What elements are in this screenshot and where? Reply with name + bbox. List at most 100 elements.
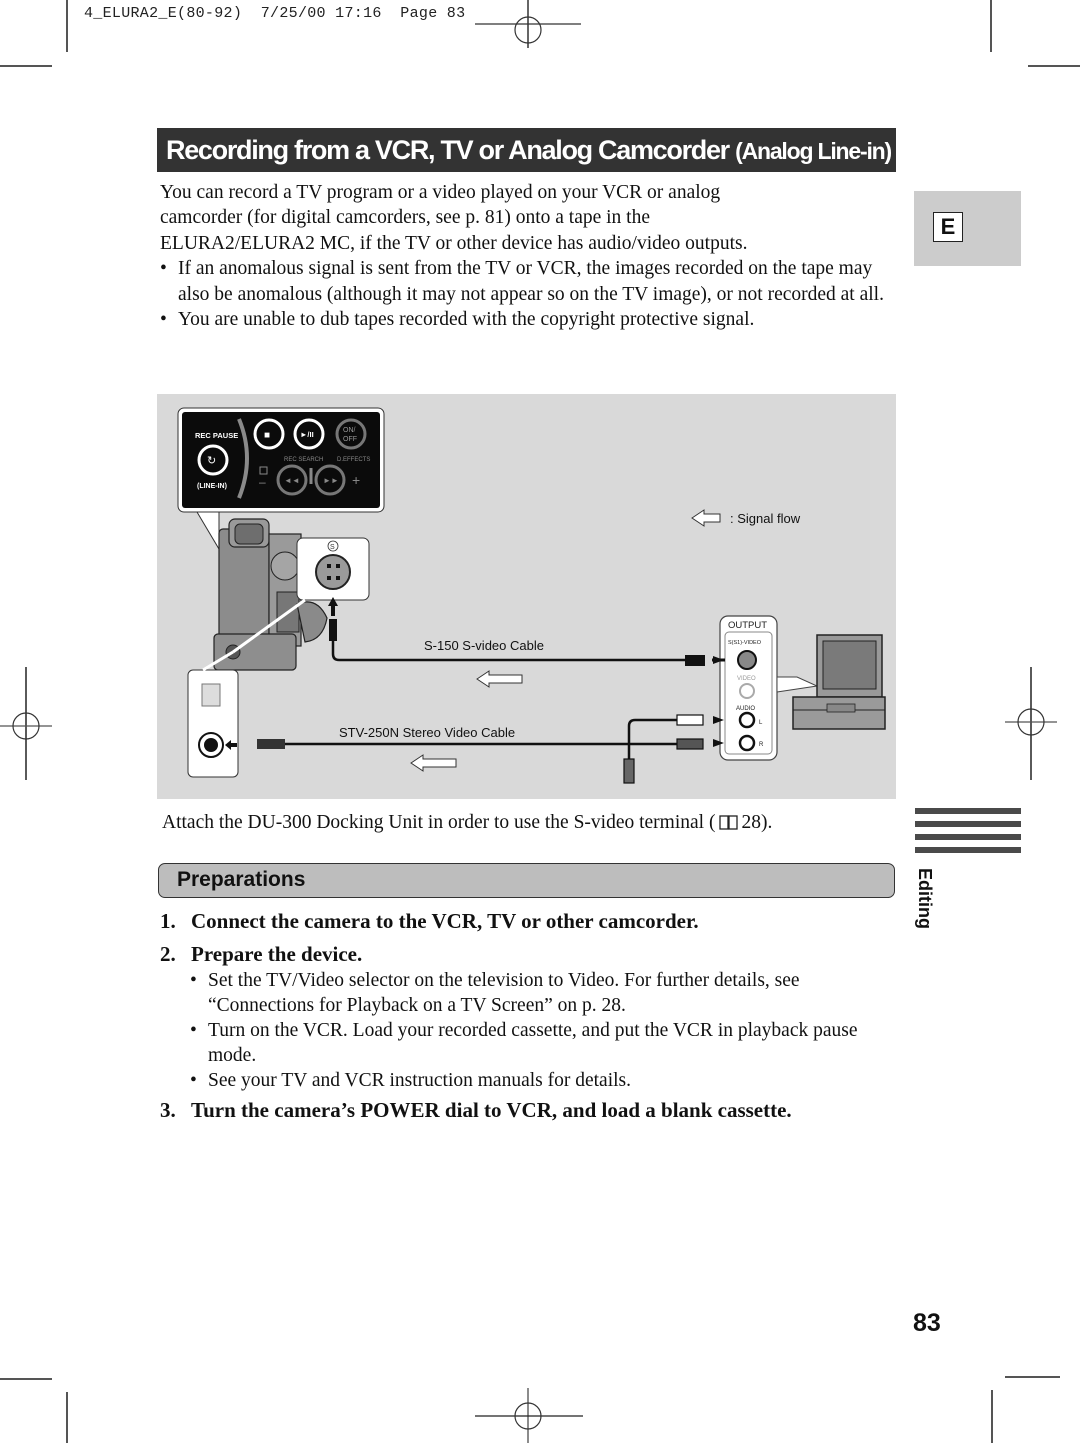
- step-number: 1.: [160, 909, 176, 933]
- audio-left-plug: [676, 714, 704, 726]
- intro-line: camcorder (for digital camcorders, see p…: [160, 207, 651, 229]
- step-bullet: • Set the TV/Video selector on the telev…: [190, 968, 900, 1018]
- bullet-mark: •: [190, 970, 197, 991]
- fast-forward-glyph: ►►: [323, 476, 339, 485]
- crop-mark: [990, 0, 992, 52]
- d-effects-label: D.EFFECTS: [337, 457, 370, 463]
- language-tab: [914, 191, 1021, 266]
- on-off-label: ON/: [343, 427, 356, 434]
- s-video-cable-label: S-150 S-video Cable: [424, 638, 544, 653]
- s-video-cable-plug: [685, 655, 705, 666]
- book-icon: [719, 815, 739, 830]
- crop-mark: [1005, 1376, 1060, 1378]
- section-heading-preparations: Preparations: [158, 863, 895, 898]
- page-title-main: Recording from a VCR, TV or Analog Camco…: [166, 135, 730, 165]
- audio-right-jack: [738, 734, 756, 752]
- audio-jack-label: AUDIO: [736, 706, 755, 712]
- crop-mark: [991, 1390, 993, 1443]
- step-text: Turn the camera’s POWER dial to VCR, and…: [191, 1098, 792, 1122]
- connection-diagram: REC PAUSE ↻ (LINE-IN) ■ ►/II ON/ OFF REC…: [157, 394, 896, 799]
- play-pause-glyph: ►/II: [300, 430, 314, 439]
- slug-time: 17:16: [335, 5, 382, 22]
- bullet-mark: •: [190, 1070, 197, 1091]
- step-1: 1. Connect the camera to the VCR, TV or o…: [160, 909, 699, 934]
- step-2: 2. Prepare the device.: [160, 942, 362, 967]
- step-number: 2.: [160, 942, 176, 966]
- minus-label: –: [259, 475, 266, 489]
- video-jack-label: VIDEO: [737, 676, 756, 682]
- output-label: OUTPUT: [728, 620, 767, 631]
- audio-right-label: R: [759, 742, 764, 748]
- rec-pause-glyph: ↻: [207, 455, 216, 467]
- step-3: 3. Turn the camera’s POWER dial to VCR, a…: [160, 1098, 792, 1123]
- connection-diagram-art: REC PAUSE ↻ (LINE-IN) ■ ►/II ON/ OFF REC…: [177, 407, 886, 784]
- language-tab-label: E: [933, 212, 963, 242]
- signal-flow-arrow: [476, 670, 523, 688]
- step-bullet-text: Turn on the VCR. Load your recorded cass…: [208, 1020, 858, 1066]
- step-2-bullets: • Set the TV/Video selector on the telev…: [190, 968, 900, 1093]
- registration-mark-left: [0, 667, 52, 780]
- registration-mark-top: [475, 0, 581, 48]
- stripe: [915, 808, 1021, 814]
- rec-search-label: REC SEARCH: [284, 457, 323, 463]
- audio-right-plug: [676, 738, 704, 750]
- step-bullet: • Turn on the VCR. Load your recorded ca…: [190, 1018, 900, 1068]
- intro-bullet-text: You are unable to dub tapes recorded wit…: [178, 309, 755, 331]
- video-plug: [623, 758, 635, 784]
- slug-file: 4_ELURA2_E(80-92): [84, 5, 243, 22]
- svideo-jack-label: S(S1)-VIDEO: [728, 640, 762, 646]
- step-text: Prepare the device.: [191, 942, 363, 966]
- diagram-caption: Attach the DU-300 Docking Unit in order …: [162, 812, 772, 834]
- side-section-label: Editing: [915, 868, 935, 929]
- stripe: [915, 834, 1021, 840]
- page-title-suffix: (Analog Line-in): [735, 138, 892, 164]
- intro-bullet-text: If an anomalous signal is sent from the …: [178, 258, 884, 305]
- signal-flow-arrow: [410, 754, 457, 772]
- crop-mark: [0, 1378, 52, 1380]
- line-in-label: (LINE-IN): [197, 483, 227, 490]
- caption-page-ref: 28).: [741, 812, 773, 833]
- svideo-jack: [737, 650, 757, 670]
- stereo-video-cable-label: STV-250N Stereo Video Cable: [339, 725, 515, 740]
- s-terminal-label: S: [330, 544, 335, 551]
- rec-pause-label: REC PAUSE: [195, 431, 238, 440]
- crop-mark: [1028, 65, 1080, 67]
- stripe: [915, 847, 1021, 853]
- step-bullet-text: Set the TV/Video selector on the televis…: [208, 970, 800, 1016]
- bullet-mark: •: [160, 258, 167, 280]
- step-number: 3.: [160, 1098, 176, 1122]
- registration-mark-bottom: [475, 1388, 583, 1443]
- crop-mark: [66, 0, 68, 52]
- stereo-minijack-plug: [257, 739, 285, 749]
- caption-text: Attach the DU-300 Docking Unit in order …: [162, 812, 716, 833]
- intro-bullet: • If an anomalous signal is sent from th…: [160, 256, 893, 307]
- intro-bullet: • You are unable to dub tapes recorded w…: [160, 307, 900, 332]
- slug-date: 7/25/00: [260, 5, 326, 22]
- intro-section: You can record a TV program or a video p…: [160, 180, 900, 332]
- bullet-mark: •: [160, 309, 167, 331]
- step-text: Connect the camera to the VCR, TV or oth…: [191, 909, 699, 933]
- signal-flow-legend-icon: [691, 509, 721, 527]
- intro-line: You can record a TV program or a video p…: [160, 182, 721, 203]
- bullet-mark: •: [190, 1020, 197, 1041]
- section-tab-stripes: [915, 808, 1021, 860]
- crop-mark: [66, 1392, 68, 1443]
- plus-label: +: [352, 472, 360, 488]
- rewind-glyph: ◄◄: [284, 476, 300, 485]
- signal-flow-legend-label: : Signal flow: [730, 511, 801, 526]
- page-title: Recording from a VCR, TV or Analog Camco…: [157, 128, 896, 172]
- registration-mark-right: [1005, 667, 1057, 780]
- on-off-label: OFF: [343, 436, 357, 443]
- stop-glyph: ■: [264, 430, 270, 441]
- audio-left-jack: [738, 711, 756, 729]
- print-slug: 4_ELURA2_E(80-92) 7/25/00 17:16 Page 83: [84, 5, 465, 22]
- slug-page: Page 83: [400, 5, 466, 22]
- camera-control-panel: REC PAUSE ↻ (LINE-IN) ■ ►/II ON/ OFF REC…: [177, 407, 385, 551]
- step-bullet-text: See your TV and VCR instruction manuals …: [208, 1070, 631, 1091]
- stripe: [915, 821, 1021, 827]
- crop-mark: [0, 65, 52, 67]
- s-video-plug: [329, 619, 337, 641]
- page-number: 83: [913, 1309, 941, 1337]
- video-jack: [739, 683, 755, 699]
- step-bullet: • See your TV and VCR instruction manual…: [190, 1068, 900, 1093]
